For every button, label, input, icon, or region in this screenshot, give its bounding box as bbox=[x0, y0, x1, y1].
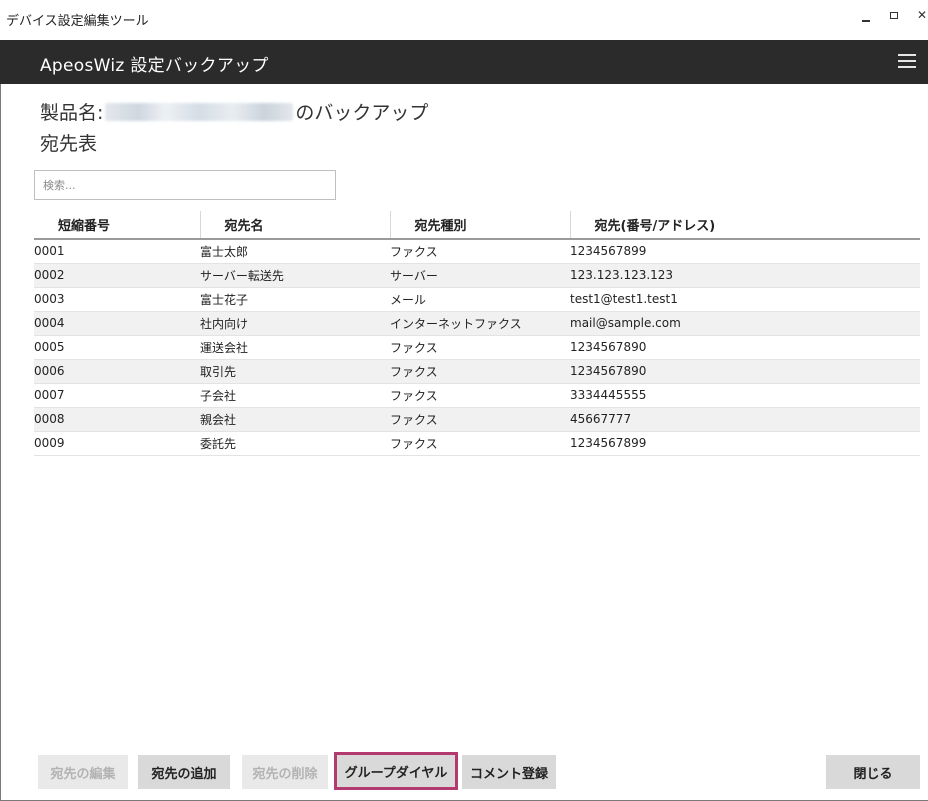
cell-name: 富士太郎 bbox=[200, 239, 390, 264]
table-row[interactable]: 0005 運送会社 ファクス 1234567890 bbox=[34, 335, 920, 360]
product-name-line: 製品名: のバックアップ bbox=[40, 98, 428, 125]
column-header-name[interactable]: 宛先名 bbox=[199, 211, 390, 240]
cell-speed-dial: 0008 bbox=[34, 407, 200, 432]
cell-type: サーバー bbox=[390, 263, 570, 288]
cell-speed-dial: 0006 bbox=[34, 359, 200, 384]
maximize-icon[interactable] bbox=[884, 8, 904, 22]
cell-name: 社内向け bbox=[200, 311, 390, 336]
redacted-product-name bbox=[105, 102, 294, 121]
table-row[interactable]: 0003 富士花子 メール test1@test1.test1 bbox=[34, 287, 920, 312]
table-row[interactable]: 0007 子会社 ファクス 3334445555 bbox=[34, 383, 920, 408]
app-title: ApeosWiz 設定バックアップ bbox=[40, 56, 269, 76]
cell-name: 取引先 bbox=[200, 359, 390, 384]
cell-speed-dial: 0007 bbox=[34, 383, 200, 408]
table-header-row: 短縮番号 宛先名 宛先種別 宛先(番号/アドレス) bbox=[34, 211, 920, 240]
cell-speed-dial: 0002 bbox=[34, 263, 200, 288]
table-row[interactable]: 0001 富士太郎 ファクス 1234567899 bbox=[34, 239, 920, 264]
cell-address: 3334445555 bbox=[570, 383, 920, 408]
close-button[interactable]: 閉じる bbox=[826, 755, 920, 789]
cell-address: 1234567890 bbox=[570, 335, 920, 360]
comment-register-button[interactable]: コメント登録 bbox=[462, 755, 556, 789]
group-dial-button[interactable]: グループダイヤル bbox=[334, 752, 458, 790]
page-title: 宛先表 bbox=[40, 133, 98, 155]
cell-address: 1234567899 bbox=[570, 431, 920, 456]
column-header-address[interactable]: 宛先(番号/アドレス) bbox=[569, 211, 920, 240]
table-row[interactable]: 0004 社内向け インターネットファクス mail@sample.com bbox=[34, 311, 920, 336]
cell-speed-dial: 0005 bbox=[34, 335, 200, 360]
minimize-icon[interactable] bbox=[856, 10, 876, 25]
cell-name: 子会社 bbox=[200, 383, 390, 408]
add-destination-button[interactable]: 宛先の追加 bbox=[138, 755, 230, 789]
cell-name: 富士花子 bbox=[200, 287, 390, 312]
cell-type: インターネットファクス bbox=[390, 311, 570, 336]
address-book-table: 短縮番号 宛先名 宛先種別 宛先(番号/アドレス) 0001 富士太郎 ファクス… bbox=[34, 211, 920, 456]
cell-name: 運送会社 bbox=[200, 335, 390, 360]
table-row[interactable]: 0008 親会社 ファクス 45667777 bbox=[34, 407, 920, 432]
table-row[interactable]: 0006 取引先 ファクス 1234567890 bbox=[34, 359, 920, 384]
column-header-speed-dial[interactable]: 短縮番号 bbox=[34, 211, 200, 240]
close-window-icon[interactable]: ✕ bbox=[912, 8, 928, 22]
cell-type: ファクス bbox=[390, 359, 570, 384]
cell-address: 1234567899 bbox=[570, 239, 920, 264]
cell-speed-dial: 0009 bbox=[34, 431, 200, 456]
cell-address: mail@sample.com bbox=[570, 311, 920, 336]
table-row[interactable]: 0002 サーバー転送先 サーバー 123.123.123.123 bbox=[34, 263, 920, 288]
cell-address: test1@test1.test1 bbox=[570, 287, 920, 312]
cell-name: 親会社 bbox=[200, 407, 390, 432]
cell-type: メール bbox=[390, 287, 570, 312]
cell-address: 1234567890 bbox=[570, 359, 920, 384]
cell-address: 45667777 bbox=[570, 407, 920, 432]
product-suffix: のバックアップ bbox=[295, 102, 429, 124]
window-title: デバイス設定編集ツール bbox=[6, 14, 149, 29]
app-header: ApeosWiz 設定バックアップ bbox=[0, 40, 928, 84]
cell-type: ファクス bbox=[390, 335, 570, 360]
cell-type: ファクス bbox=[390, 431, 570, 456]
cell-name: 委託先 bbox=[200, 431, 390, 456]
column-header-type[interactable]: 宛先種別 bbox=[389, 211, 570, 240]
search-input[interactable] bbox=[34, 170, 336, 200]
table-row[interactable]: 0009 委託先 ファクス 1234567899 bbox=[34, 431, 920, 456]
cell-type: ファクス bbox=[390, 383, 570, 408]
cell-speed-dial: 0003 bbox=[34, 287, 200, 312]
edit-destination-button[interactable]: 宛先の編集 bbox=[38, 755, 128, 789]
cell-name: サーバー転送先 bbox=[200, 263, 390, 288]
cell-type: ファクス bbox=[390, 239, 570, 264]
os-titlebar: デバイス設定編集ツール ✕ bbox=[0, 0, 928, 40]
product-label: 製品名: bbox=[40, 102, 104, 124]
cell-address: 123.123.123.123 bbox=[570, 263, 920, 288]
cell-speed-dial: 0004 bbox=[34, 311, 200, 336]
hamburger-menu-icon[interactable] bbox=[898, 54, 916, 70]
delete-destination-button[interactable]: 宛先の削除 bbox=[242, 755, 328, 789]
cell-speed-dial: 0001 bbox=[34, 239, 200, 264]
cell-type: ファクス bbox=[390, 407, 570, 432]
